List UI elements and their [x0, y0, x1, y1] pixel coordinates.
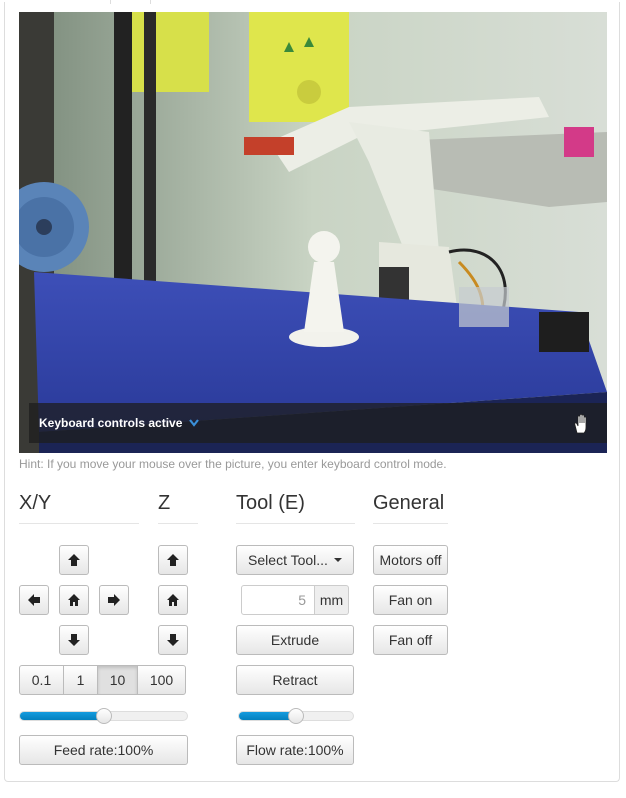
keyboard-control-overlay[interactable]: Keyboard controls active [29, 403, 607, 443]
flow-rate-slider[interactable] [238, 708, 354, 724]
home-icon [68, 594, 80, 606]
select-tool-dropdown[interactable]: Select Tool... [236, 545, 354, 575]
jog-y-plus-button[interactable] [59, 545, 89, 575]
feed-rate-slider-handle[interactable] [95, 708, 112, 724]
webcam-image [19, 12, 607, 453]
flow-rate-button[interactable]: Flow rate:100% [236, 735, 354, 765]
chevron-down-icon [185, 416, 199, 430]
arrow-down-icon [167, 634, 179, 646]
keyboard-hint: Hint: If you move your mouse over the pi… [19, 457, 447, 471]
motors-off-button[interactable]: Motors off [373, 545, 448, 575]
webcam-stream[interactable] [19, 12, 607, 453]
select-tool-label: Select Tool... [248, 552, 328, 568]
jog-y-minus-button[interactable] [59, 625, 89, 655]
retract-button[interactable]: Retract [236, 665, 354, 695]
extrude-unit-addon: mm [315, 585, 349, 615]
distance-0-1-button[interactable]: 0.1 [19, 665, 64, 695]
flow-rate-slider-handle[interactable] [288, 708, 304, 724]
jog-z-plus-button[interactable] [158, 545, 188, 575]
feed-rate-button[interactable]: Feed rate:100% [19, 735, 188, 765]
feed-rate-slider-fill [20, 712, 104, 720]
jog-x-minus-button[interactable] [19, 585, 49, 615]
arrow-up-icon [68, 554, 80, 566]
arrow-down-icon [68, 634, 80, 646]
home-icon [167, 594, 179, 606]
extrude-amount-input[interactable]: 5 [241, 585, 315, 615]
home-z-button[interactable] [158, 585, 188, 615]
xy-heading: X/Y [19, 492, 139, 524]
distance-10-button[interactable]: 10 [97, 665, 138, 695]
tool-heading: Tool (E) [236, 492, 355, 524]
keyboard-controls-label: Keyboard controls active [39, 416, 199, 430]
arrow-up-icon [167, 554, 179, 566]
fan-on-button[interactable]: Fan on [373, 585, 448, 615]
jog-x-plus-button[interactable] [99, 585, 129, 615]
feed-rate-slider[interactable] [19, 708, 188, 724]
hand-icon [571, 413, 593, 435]
arrow-right-icon [108, 594, 120, 606]
general-heading: General [373, 492, 448, 524]
caret-down-icon [333, 558, 342, 562]
distance-100-button[interactable]: 100 [137, 665, 186, 695]
extrude-button[interactable]: Extrude [236, 625, 354, 655]
home-xy-button[interactable] [59, 585, 89, 615]
arrow-left-icon [28, 594, 40, 606]
z-heading: Z [158, 492, 198, 524]
distance-1-button[interactable]: 1 [63, 665, 98, 695]
fan-off-button[interactable]: Fan off [373, 625, 448, 655]
jog-z-minus-button[interactable] [158, 625, 188, 655]
